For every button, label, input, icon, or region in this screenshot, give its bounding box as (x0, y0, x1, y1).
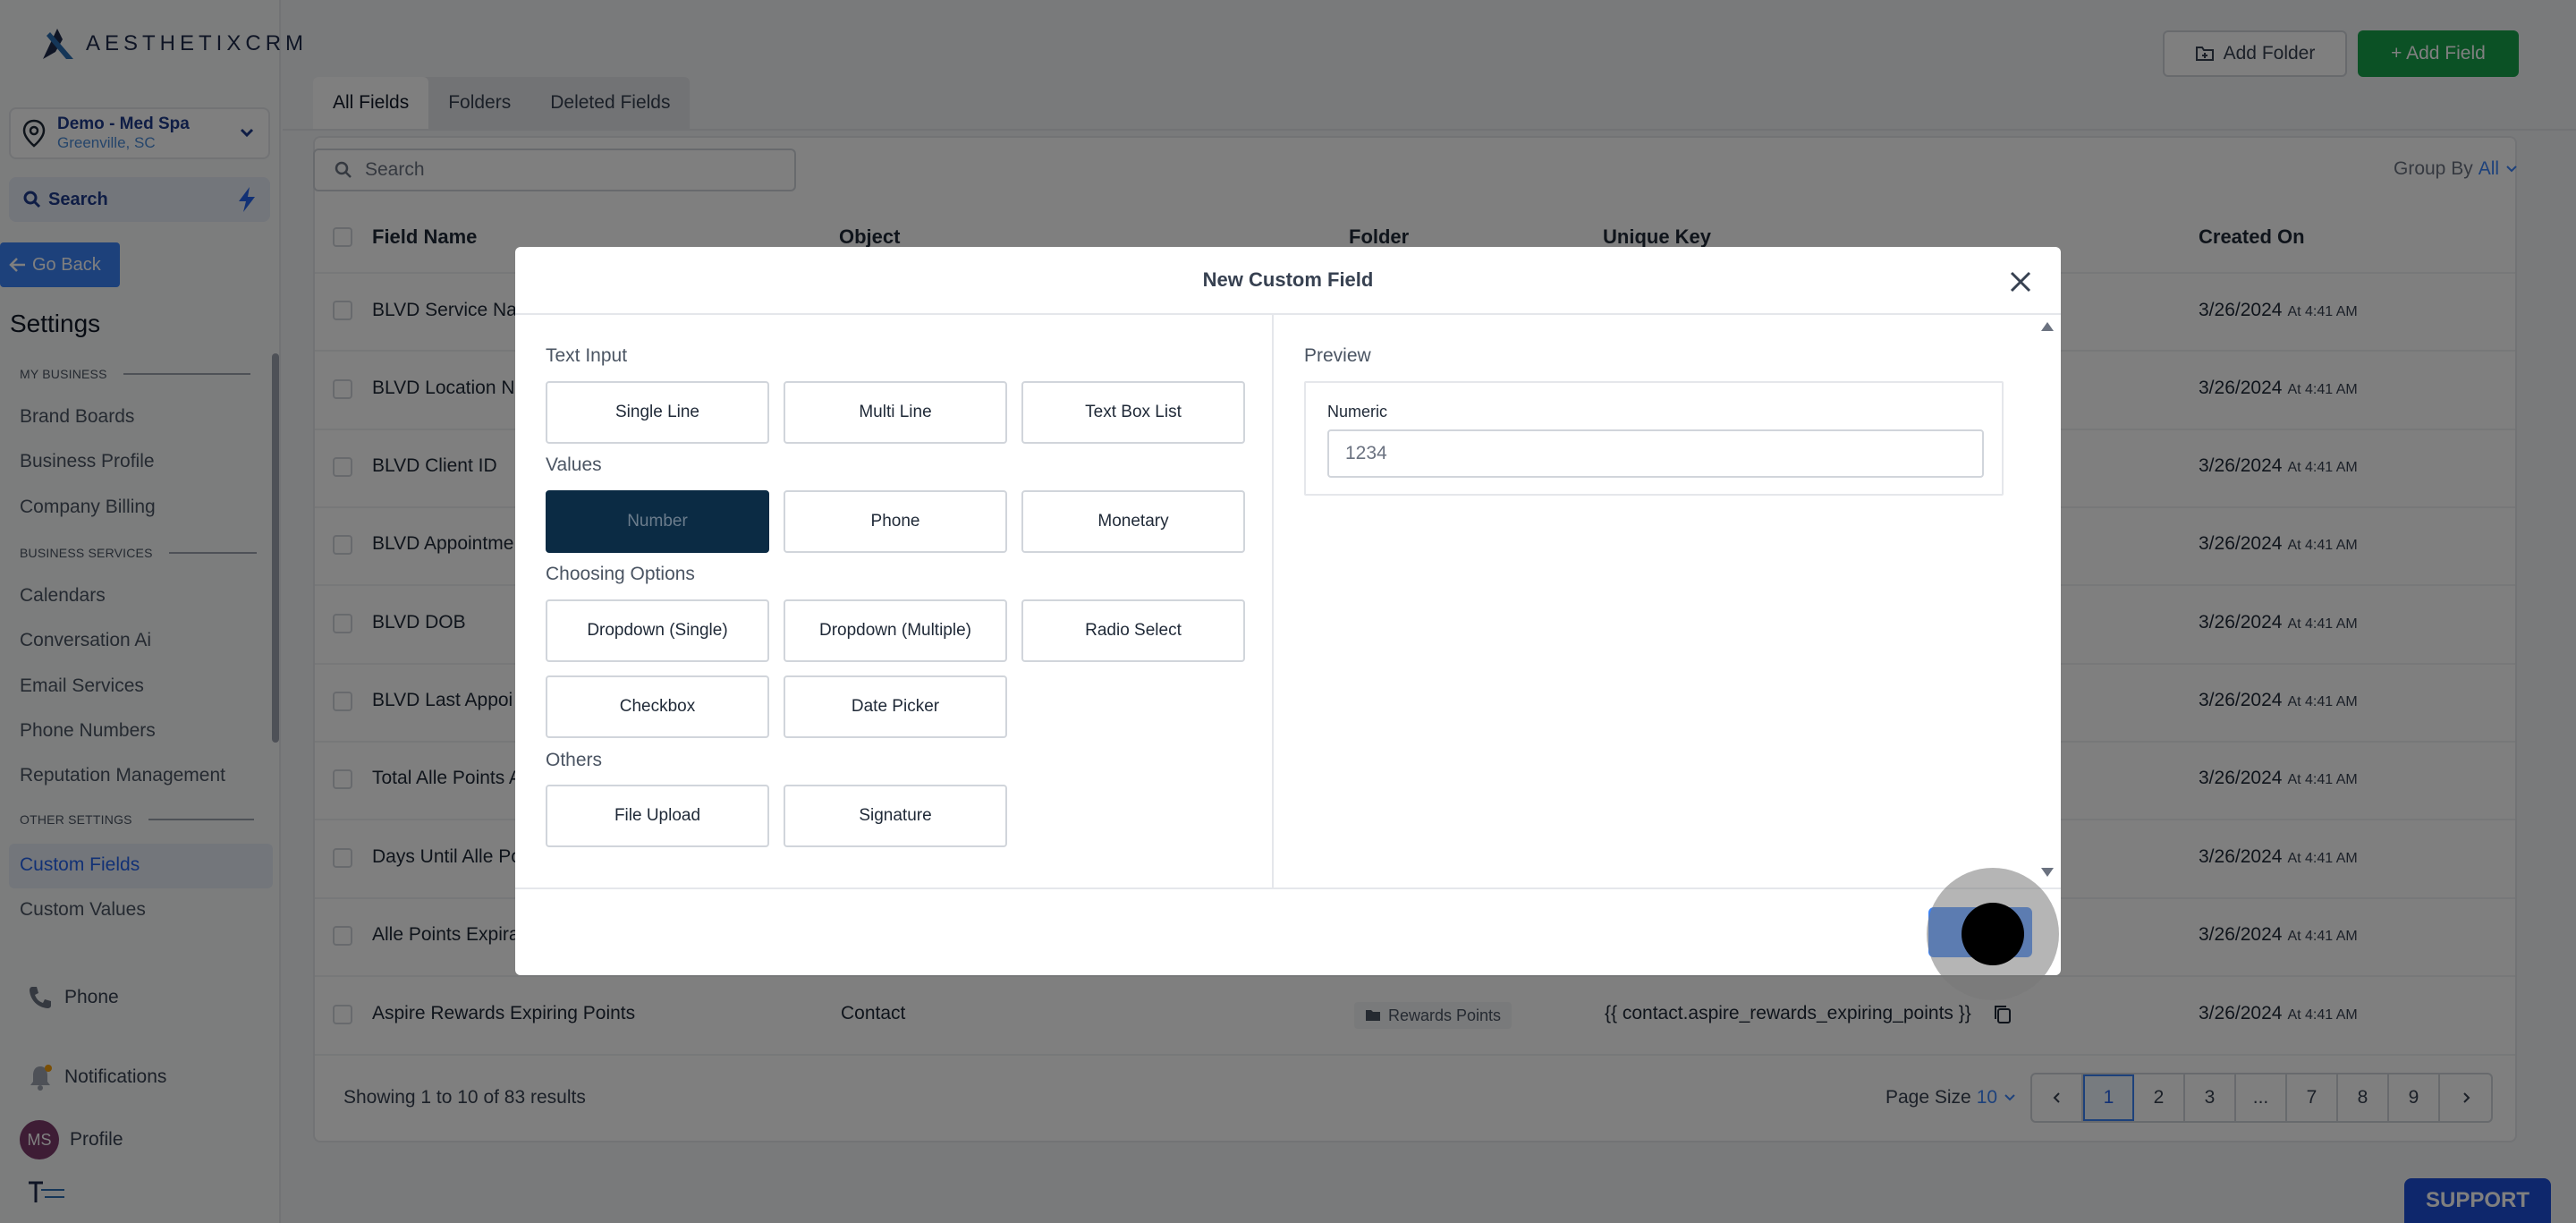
group-label-text-input: Text Input (546, 345, 628, 366)
option-date-picker[interactable]: Date Picker (784, 675, 1007, 738)
close-icon[interactable] (2007, 268, 2034, 295)
option-dropdown-single[interactable]: Dropdown (Single) (546, 599, 769, 662)
option-checkbox[interactable]: Checkbox (546, 675, 769, 738)
cursor-pointer (1962, 903, 2024, 965)
modal-footer-divider (515, 888, 2061, 889)
option-radio-select[interactable]: Radio Select (1021, 599, 1245, 662)
option-number[interactable]: Number (546, 490, 769, 553)
scroll-up-arrow-icon[interactable] (2041, 322, 2054, 331)
group-label-choosing-options: Choosing Options (546, 564, 695, 584)
option-multi-line[interactable]: Multi Line (784, 381, 1007, 444)
modal-title: New Custom Field (515, 247, 2061, 315)
preview-box: Numeric 1234 (1304, 381, 2004, 496)
option-phone[interactable]: Phone (784, 490, 1007, 553)
option-signature[interactable]: Signature (784, 785, 1007, 847)
scroll-down-arrow-icon[interactable] (2041, 868, 2054, 877)
preview-field-label: Numeric (1327, 403, 1388, 420)
group-label-values: Values (546, 454, 602, 475)
preview-numeric-input[interactable]: 1234 (1327, 429, 1984, 478)
option-dropdown-multiple[interactable]: Dropdown (Multiple) (784, 599, 1007, 662)
option-single-line[interactable]: Single Line (546, 381, 769, 444)
option-file-upload[interactable]: File Upload (546, 785, 769, 847)
preview-label: Preview (1304, 345, 1371, 366)
group-label-others: Others (546, 750, 603, 770)
option-text-box-list[interactable]: Text Box List (1021, 381, 1245, 444)
new-custom-field-modal: New Custom Field Text Input Single Line … (515, 247, 2061, 975)
option-monetary[interactable]: Monetary (1021, 490, 1245, 553)
field-type-panel: Text Input Single Line Multi Line Text B… (515, 315, 1274, 888)
